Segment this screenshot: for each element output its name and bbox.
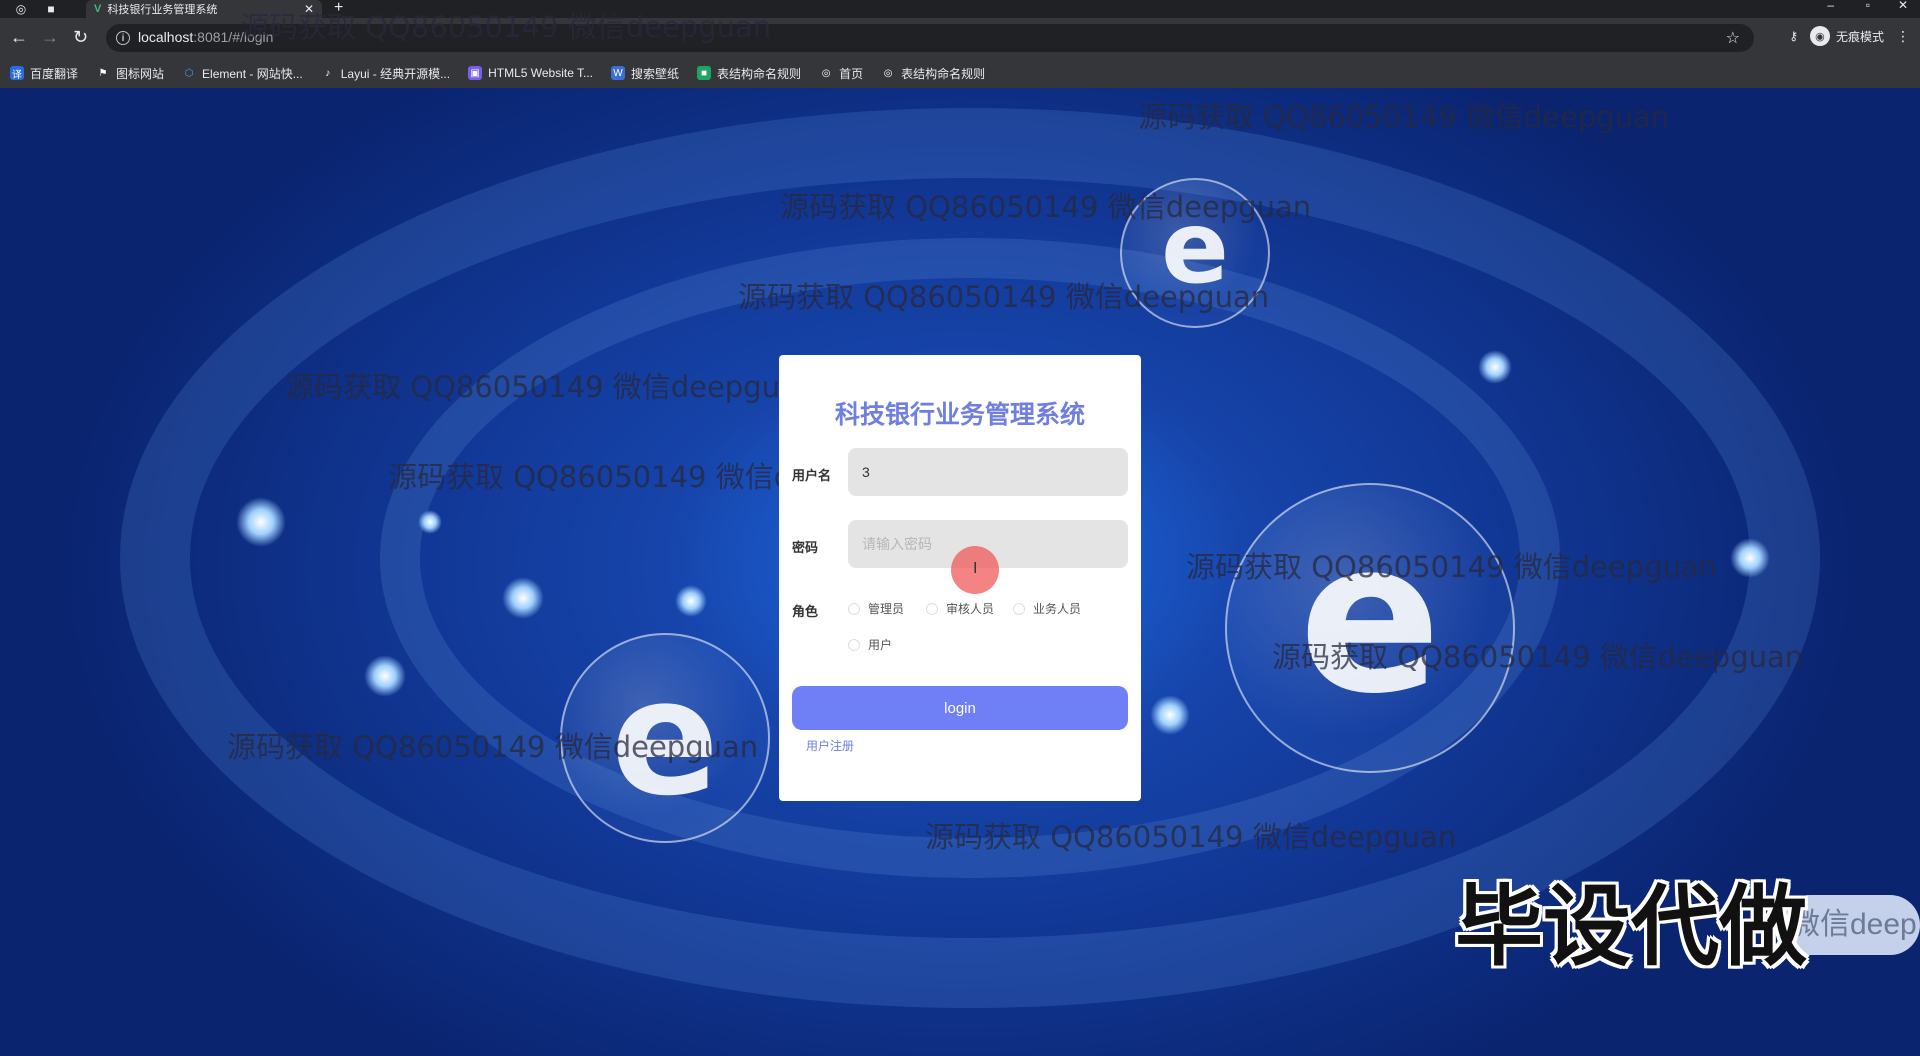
window-close-icon[interactable]: ✕ [1898,0,1908,12]
watermark: 源码获取 QQ86050149 微信deepguan [1272,640,1804,674]
sparkle [418,510,442,534]
password-label: 密码 [792,540,819,555]
system-title: 科技银行业务管理系统 [834,401,1085,429]
watermark: 源码获取 QQ86050149 微信deepguan [780,190,1312,224]
bookmark-label: Layui - 经典开源模... [340,66,451,81]
back-icon[interactable]: ← [10,28,28,46]
bookmark-star-icon[interactable]: ☆ [1726,28,1740,48]
role-option-label: 管理员 [868,602,905,616]
bookmark-favicon-icon: ■ [697,66,712,80]
forward-icon[interactable]: → [41,28,59,46]
sparkle [1150,695,1190,735]
tab-title: 科技银行业务管理系统 [107,4,218,16]
login-button[interactable]: login [792,686,1128,730]
url-host: localhost [138,29,194,45]
role-option-label: 用户 [868,638,893,652]
bookmark-favicon-icon: ⚑ [98,67,108,79]
bookmark-label: 百度翻译 [30,66,79,81]
bookmark-item[interactable]: ♪ Layui - 经典开源模... [321,65,450,82]
radio-circle-icon [848,638,860,651]
username-input[interactable] [848,448,1128,496]
role-option-label: 业务人员 [1033,602,1082,616]
chrome-menu-icon[interactable]: ◎ [14,2,28,16]
bookmark-item[interactable]: ⚑ 图标网站 [96,65,165,82]
text-cursor-icon: I [973,560,978,577]
bookmark-label: Element - 网站快... [202,66,303,81]
site-info-icon[interactable]: i [116,31,130,45]
password-key-icon[interactable]: ⚷ [1789,29,1798,43]
bookmarks-bar: 译百度翻译 ⚑ 图标网站 ⬡ Element - 网站快... ♪ Layui - 经… [0,58,1920,88]
sparkle [675,585,707,617]
bookmark-favicon-icon: ◎ [883,67,893,79]
incognito-icon: ◉ [1809,26,1830,46]
bookmark-label: 表结构命名规则 [717,66,802,81]
role-radio-staff[interactable]: 业务人员 [1013,600,1081,617]
bookmark-label: 首页 [839,66,864,81]
watermark: 源码获取 QQ86050149 微信deepguan [738,280,1270,314]
bookmark-favicon-icon: ♪ [325,67,331,79]
overlay-banner-text: 毕设代做 [1455,875,1808,978]
incognito-label: 无痕模式 [1835,29,1884,44]
role-label: 角色 [792,604,819,619]
radio-circle-icon [848,602,860,615]
radio-circle-icon [1013,602,1025,615]
bookmark-item[interactable]: ■ 表结构命名规则 [697,65,801,82]
watermark: 源码获取 QQ86050149 微信deepguan [240,10,772,44]
bubble-e-glyph: e [1298,495,1442,740]
sparkle [364,655,406,697]
sparkle [1730,538,1770,578]
role-radio-reviewer[interactable]: 审核人员 [926,600,994,617]
bookmark-item[interactable]: W 搜索壁纸 [611,65,679,82]
bookmark-favicon-icon: ⬡ [184,67,194,79]
bookmark-favicon-icon: W [611,66,626,80]
watermark: 源码获取 QQ86050149 微信deepguan [1138,100,1670,134]
maximize-icon[interactable]: ▫ [1866,0,1870,12]
sparkle [236,497,286,547]
minimize-icon[interactable]: – [1827,0,1834,12]
watermark: 源码获取 QQ86050149 微信deepguan [285,370,817,404]
bookmark-favicon-icon: ▣ [468,66,483,80]
bookmark-label: 图标网站 [116,66,165,81]
bookmark-favicon-icon: 译 [10,66,24,81]
sparkle [502,577,544,619]
register-link[interactable]: 用户注册 [806,737,854,754]
tab-search-icon[interactable]: ■ [44,2,58,16]
incognito-indicator[interactable]: ◉ 无痕模式 [1809,26,1884,46]
bookmark-item[interactable]: ▣ HTML5 Website T... [468,66,593,80]
watermark: 源码获取 QQ86050149 微信deepguan [1186,550,1718,584]
bookmark-item[interactable]: ◎ 表结构命名规则 [881,65,985,82]
bookmark-label: 搜索壁纸 [631,66,680,81]
bookmark-favicon-icon: ◎ [821,67,831,79]
role-radio-admin[interactable]: 管理员 [848,600,904,617]
vue-logo-icon: V [94,3,102,15]
watermark: 源码获取 QQ86050149 微信deepguan [227,730,759,764]
bookmark-label: HTML5 Website T... [488,66,594,80]
role-option-label: 审核人员 [946,602,995,616]
bookmark-label: 表结构命名规则 [901,66,986,81]
reload-icon[interactable]: ↻ [73,28,88,46]
bookmark-item[interactable]: ◎ 首页 [819,65,863,82]
watermark: 源码获取 QQ86050149 微信deepguan [925,820,1457,854]
role-radio-user[interactable]: 用户 [848,636,892,653]
sparkle [1478,350,1512,384]
bookmark-item[interactable]: 译百度翻译 [10,65,78,82]
radio-circle-icon [926,602,938,615]
browser-menu-icon[interactable]: ⋮ [1896,28,1910,45]
bookmark-item[interactable]: ⬡ Element - 网站快... [182,65,303,82]
username-label: 用户名 [792,468,832,483]
